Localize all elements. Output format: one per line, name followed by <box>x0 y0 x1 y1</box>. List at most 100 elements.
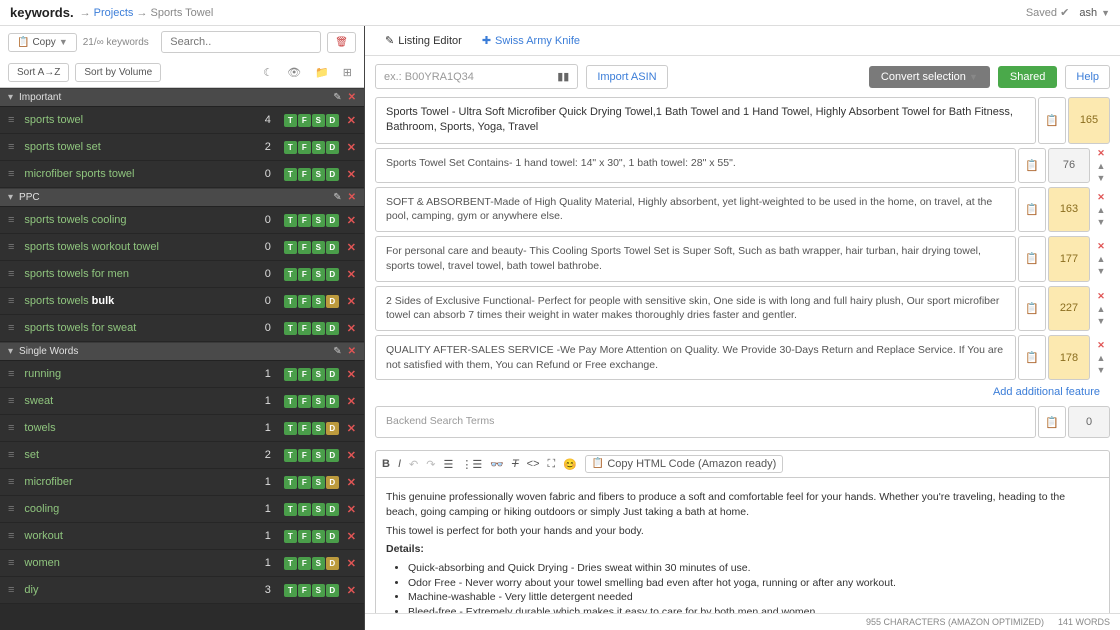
keyword-row[interactable]: ≡women1TFSD✕ <box>0 550 364 577</box>
keyword-row[interactable]: ≡microfiber1TFSD✕ <box>0 469 364 496</box>
tag-T[interactable]: T <box>284 268 297 281</box>
keyword-row[interactable]: ≡sports towels workout towel0TFSD✕ <box>0 234 364 261</box>
tag-T[interactable]: T <box>284 368 297 381</box>
copy-icon[interactable]: 📋 <box>1018 187 1046 232</box>
drag-icon[interactable]: ≡ <box>8 530 14 542</box>
tag-S[interactable]: S <box>312 114 325 127</box>
drag-icon[interactable]: ≡ <box>8 503 14 515</box>
keyword-row[interactable]: ≡towels1TFSD✕ <box>0 415 364 442</box>
tag-D[interactable]: D <box>326 530 339 543</box>
tag-D[interactable]: D <box>326 368 339 381</box>
keyword-row[interactable]: ≡sports towels for men0TFSD✕ <box>0 261 364 288</box>
tag-F[interactable]: F <box>298 530 311 543</box>
drag-icon[interactable]: ≡ <box>8 322 14 334</box>
keyword-row[interactable]: ≡diy3TFSD✕ <box>0 577 364 604</box>
import-asin-button[interactable]: Import ASIN <box>586 65 667 89</box>
copy-icon[interactable]: 📋 <box>1038 97 1066 144</box>
keyword-row[interactable]: ≡microfiber sports towel0TFSD✕ <box>0 161 364 188</box>
tag-S[interactable]: S <box>312 322 325 335</box>
copy-icon[interactable]: 📋 <box>1018 335 1046 380</box>
keyword-row[interactable]: ≡sports towel4TFSD✕ <box>0 107 364 134</box>
tag-S[interactable]: S <box>312 395 325 408</box>
close-icon[interactable]: ✕ <box>347 584 356 597</box>
tag-D[interactable]: D <box>326 168 339 181</box>
tag-S[interactable]: S <box>312 422 325 435</box>
drag-icon[interactable]: ≡ <box>8 214 14 226</box>
close-icon[interactable]: ✕ <box>1097 241 1105 252</box>
tag-D[interactable]: D <box>326 584 339 597</box>
close-icon[interactable]: ✕ <box>348 192 356 203</box>
tag-S[interactable]: S <box>312 168 325 181</box>
tag-S[interactable]: S <box>312 268 325 281</box>
group-header[interactable]: ▾PPC✎✕ <box>0 188 364 207</box>
listing-field[interactable]: Sports Towel Set Contains- 1 hand towel:… <box>375 148 1016 183</box>
close-icon[interactable]: ✕ <box>348 92 356 103</box>
emoji-button[interactable]: 😊 <box>563 458 577 471</box>
tag-F[interactable]: F <box>298 557 311 570</box>
tag-T[interactable]: T <box>284 476 297 489</box>
tag-T[interactable]: T <box>284 214 297 227</box>
arrow-up-icon[interactable]: ▲ <box>1097 353 1106 363</box>
tag-D[interactable]: D <box>326 422 339 435</box>
sort-az-button[interactable]: Sort A→Z <box>8 63 69 82</box>
tag-T[interactable]: T <box>284 503 297 516</box>
tag-T[interactable]: T <box>284 168 297 181</box>
drag-icon[interactable]: ≡ <box>8 368 14 380</box>
tag-D[interactable]: D <box>326 268 339 281</box>
edit-icon[interactable]: ✎ <box>333 92 341 103</box>
tag-T[interactable]: T <box>284 295 297 308</box>
tag-T[interactable]: T <box>284 395 297 408</box>
copy-html-button[interactable]: 📋 Copy HTML Code (Amazon ready) <box>585 455 783 473</box>
help-button[interactable]: Help <box>1065 65 1110 89</box>
close-icon[interactable]: ✕ <box>347 557 356 570</box>
tag-D[interactable]: D <box>326 214 339 227</box>
close-icon[interactable]: ✕ <box>347 268 356 281</box>
fullscreen-button[interactable]: ⛶ <box>548 458 556 471</box>
tag-D[interactable]: D <box>326 449 339 462</box>
tag-S[interactable]: S <box>312 141 325 154</box>
folder-icon[interactable]: 📁 <box>311 64 333 81</box>
search-input[interactable] <box>161 31 321 53</box>
tag-F[interactable]: F <box>298 322 311 335</box>
copy-icon[interactable]: 📋 <box>1018 286 1046 331</box>
keyword-row[interactable]: ≡running1TFSD✕ <box>0 361 364 388</box>
drag-icon[interactable]: ≡ <box>8 168 14 180</box>
tab-listing-editor[interactable]: ✎Listing Editor <box>375 26 472 55</box>
keyword-row[interactable]: ≡sports towels cooling0TFSD✕ <box>0 207 364 234</box>
shared-button[interactable]: Shared <box>998 66 1057 88</box>
tag-F[interactable]: F <box>298 214 311 227</box>
drag-icon[interactable]: ≡ <box>8 295 14 307</box>
close-icon[interactable]: ✕ <box>348 346 356 357</box>
tag-F[interactable]: F <box>298 449 311 462</box>
close-icon[interactable]: ✕ <box>347 368 356 381</box>
tag-F[interactable]: F <box>298 395 311 408</box>
tag-S[interactable]: S <box>312 530 325 543</box>
tag-F[interactable]: F <box>298 422 311 435</box>
tag-T[interactable]: T <box>284 449 297 462</box>
listing-field[interactable]: For personal care and beauty- This Cooli… <box>375 236 1016 281</box>
ol-button[interactable]: ⋮☰ <box>461 458 482 471</box>
tag-T[interactable]: T <box>284 422 297 435</box>
tag-D[interactable]: D <box>326 395 339 408</box>
tag-S[interactable]: S <box>312 476 325 489</box>
arrow-down-icon[interactable]: ▼ <box>1097 316 1106 326</box>
keyword-row[interactable]: ≡sports towels bulk0TFSD✕ <box>0 288 364 315</box>
keyword-row[interactable]: ≡cooling1TFSD✕ <box>0 496 364 523</box>
delete-button[interactable]: 🗑 <box>327 32 356 53</box>
tag-T[interactable]: T <box>284 584 297 597</box>
sort-volume-button[interactable]: Sort by Volume <box>75 63 161 82</box>
chevron-down-icon[interactable]: ▼ <box>1101 8 1110 18</box>
add-feature-link[interactable]: Add additional feature <box>993 386 1100 398</box>
listing-field[interactable]: 2 Sides of Exclusive Functional- Perfect… <box>375 286 1016 331</box>
close-icon[interactable]: ✕ <box>1097 340 1105 351</box>
copy-icon[interactable]: 📋 <box>1018 236 1046 281</box>
tag-F[interactable]: F <box>298 476 311 489</box>
tag-S[interactable]: S <box>312 214 325 227</box>
eye-icon[interactable]: 👁 <box>283 64 305 81</box>
tag-F[interactable]: F <box>298 114 311 127</box>
close-icon[interactable]: ✕ <box>347 503 356 516</box>
group-header[interactable]: ▾Important✎✕ <box>0 88 364 107</box>
tag-T[interactable]: T <box>284 141 297 154</box>
drag-icon[interactable]: ≡ <box>8 268 14 280</box>
close-icon[interactable]: ✕ <box>347 530 356 543</box>
